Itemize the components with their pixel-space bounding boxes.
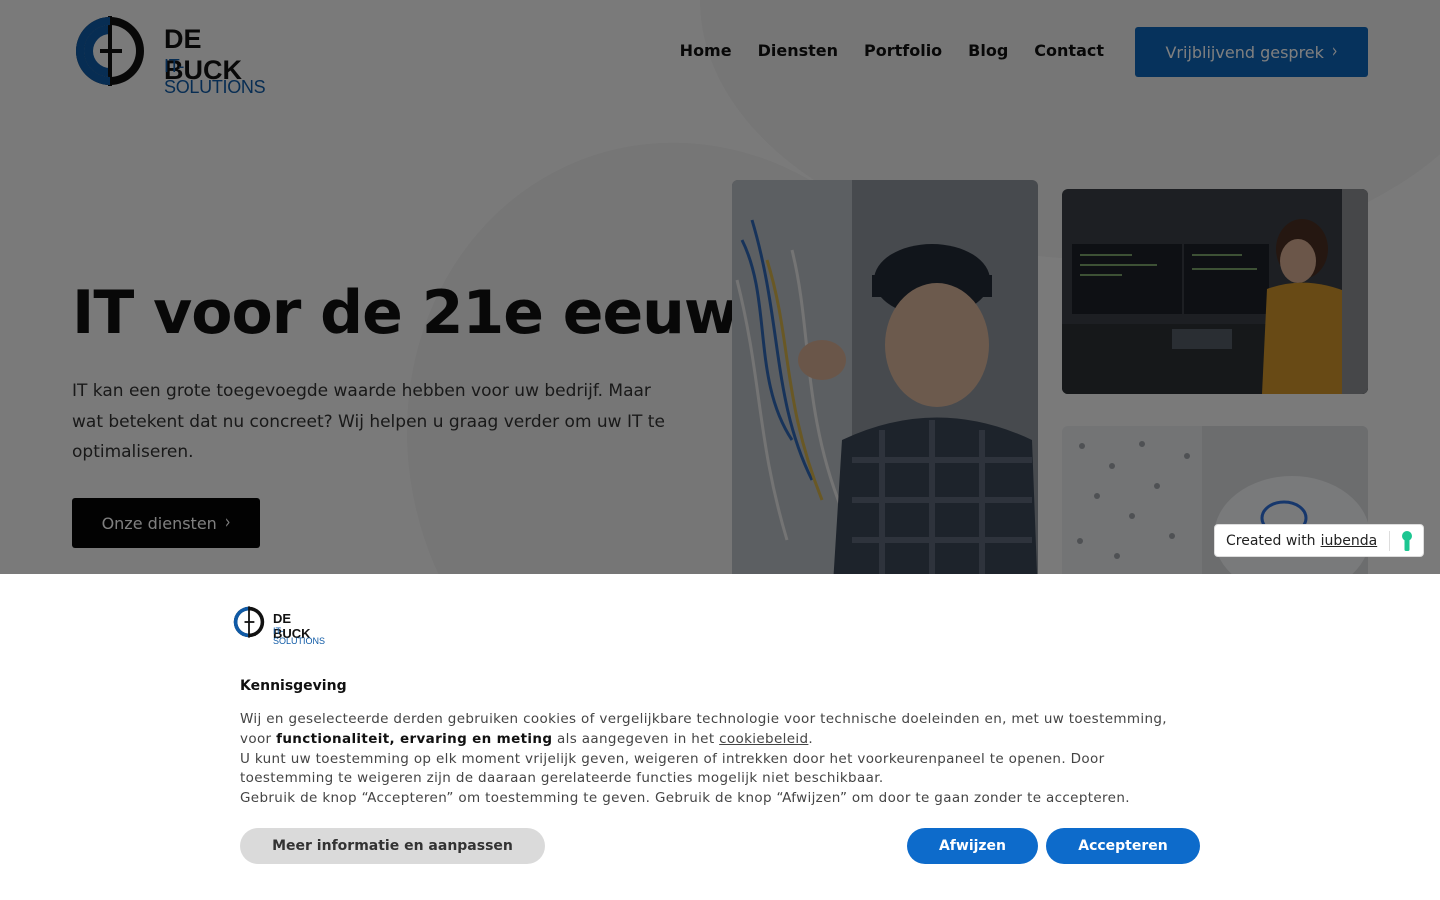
banner-paragraph-consent: U kunt uw toestemming op elk moment vrij… xyxy=(240,750,1105,787)
banner-text-purposes: functionaliteit, ervaring en meting xyxy=(276,730,553,747)
more-info-button[interactable]: Meer informatie en aanpassen xyxy=(240,828,545,864)
banner-paragraph: Wij en geselecteerde derden gebruiken co… xyxy=(240,710,1200,750)
banner-text: Wij en geselecteerde derden gebruiken co… xyxy=(240,710,1200,809)
banner-paragraph-buttons: Gebruik de knop “Accepteren” om toestemm… xyxy=(240,790,1130,807)
banner-text-mid: als aangegeven in het xyxy=(557,730,715,747)
banner-title: Kennisgeving xyxy=(240,678,347,694)
iubenda-link[interactable]: iubenda xyxy=(1321,533,1378,549)
reject-button[interactable]: Afwijzen xyxy=(907,828,1038,864)
badge-divider xyxy=(1389,531,1390,551)
banner-logo-subtitle: IT-SOLUTIONS xyxy=(273,626,326,646)
logo-icon xyxy=(233,606,265,638)
keyhole-icon xyxy=(1402,531,1412,551)
iubenda-badge[interactable]: Created with iubenda xyxy=(1214,524,1424,557)
accept-button[interactable]: Accepteren xyxy=(1046,828,1200,864)
iubenda-badge-text: Created with xyxy=(1226,532,1316,549)
banner-logo: DE BUCK IT-SOLUTIONS xyxy=(232,605,332,646)
cookie-policy-link[interactable]: cookiebeleid xyxy=(719,731,808,747)
banner-text-period: . xyxy=(808,730,814,747)
cookie-banner: DE BUCK IT-SOLUTIONS Kennisgeving Wij en… xyxy=(0,574,1440,900)
